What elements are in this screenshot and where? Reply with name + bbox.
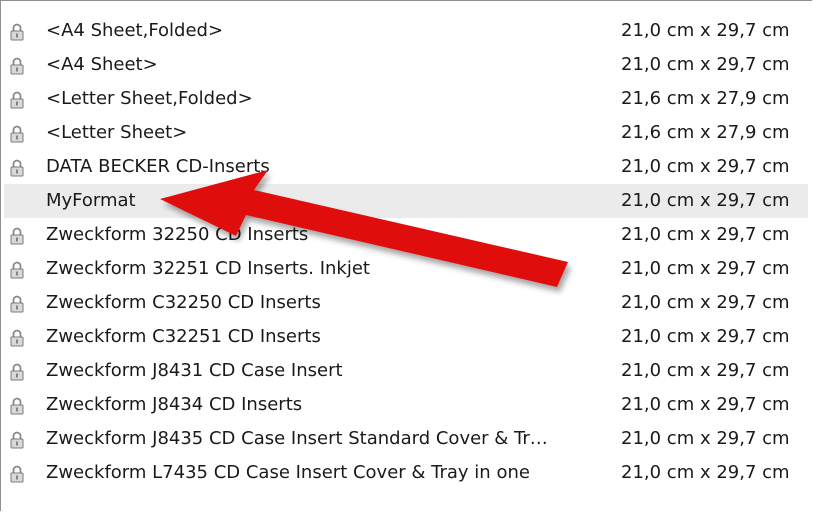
format-name: Zweckform J8434 CD Inserts — [46, 394, 303, 415]
list-item[interactable]: <A4 Sheet,Folded> 21,0 cm x 29,7 cm — [4, 14, 808, 48]
list-item[interactable]: <Letter Sheet> 21,6 cm x 27,9 cm — [4, 116, 808, 150]
format-name: Zweckform J8431 CD Case Insert — [46, 360, 343, 381]
format-name: Zweckform 32251 CD Inserts. Inkjet — [46, 258, 370, 279]
list-item[interactable]: Zweckform L7435 CD Case Insert Cover & T… — [4, 456, 808, 490]
format-size: 21,0 cm x 29,7 cm — [621, 258, 790, 279]
format-size: 21,0 cm x 29,7 cm — [621, 156, 790, 177]
lock-icon — [10, 23, 24, 41]
lock-icon — [10, 465, 24, 483]
format-name: Zweckform 32250 CD Inserts — [46, 224, 309, 245]
list-item[interactable]: <A4 Sheet> 21,0 cm x 29,7 cm — [4, 48, 808, 82]
lock-icon — [10, 261, 24, 279]
lock-icon — [10, 227, 24, 245]
format-size: 21,6 cm x 27,9 cm — [621, 122, 790, 143]
list-item[interactable]: Zweckform 32250 CD Inserts 21,0 cm x 29,… — [4, 218, 808, 252]
format-size: 21,0 cm x 29,7 cm — [621, 190, 790, 211]
format-size: 21,0 cm x 29,7 cm — [621, 292, 790, 313]
list-item[interactable]: Zweckform J8435 CD Case Insert Standard … — [4, 422, 808, 456]
format-name: Zweckform C32251 CD Inserts — [46, 326, 321, 347]
lock-icon — [10, 329, 24, 347]
format-size: 21,0 cm x 29,7 cm — [621, 20, 790, 41]
format-size: 21,0 cm x 29,7 cm — [621, 428, 790, 449]
lock-icon — [10, 57, 24, 75]
format-name: <A4 Sheet> — [46, 54, 158, 75]
list-item[interactable]: Zweckform 32251 CD Inserts. Inkjet 21,0 … — [4, 252, 808, 286]
list-item-selected[interactable]: MyFormat 21,0 cm x 29,7 cm — [4, 184, 808, 218]
lock-icon — [10, 159, 24, 177]
lock-icon — [10, 91, 24, 109]
format-name: Zweckform J8435 CD Case Insert Standard … — [46, 428, 548, 449]
format-size: 21,6 cm x 27,9 cm — [621, 88, 790, 109]
lock-icon — [10, 363, 24, 381]
list-item[interactable]: Zweckform J8431 CD Case Insert 21,0 cm x… — [4, 354, 808, 388]
format-name: <A4 Sheet,Folded> — [46, 20, 224, 41]
format-name: DATA BECKER CD-Inserts — [46, 156, 270, 177]
list-item[interactable]: DATA BECKER CD-Inserts 21,0 cm x 29,7 cm — [4, 150, 808, 184]
list-item[interactable]: Zweckform C32251 CD Inserts 21,0 cm x 29… — [4, 320, 808, 354]
lock-icon — [10, 431, 24, 449]
format-name: Zweckform L7435 CD Case Insert Cover & T… — [46, 462, 530, 483]
lock-icon — [10, 295, 24, 313]
list-item[interactable]: <Letter Sheet,Folded> 21,6 cm x 27,9 cm — [4, 82, 808, 116]
format-size: 21,0 cm x 29,7 cm — [621, 224, 790, 245]
format-size: 21,0 cm x 29,7 cm — [621, 54, 790, 75]
format-list: <A4 Sheet,Folded> 21,0 cm x 29,7 cm <A4 … — [4, 14, 808, 490]
list-item[interactable]: Zweckform C32250 CD Inserts 21,0 cm x 29… — [4, 286, 808, 320]
format-size: 21,0 cm x 29,7 cm — [621, 462, 790, 483]
lock-icon — [10, 397, 24, 415]
format-size: 21,0 cm x 29,7 cm — [621, 360, 790, 381]
format-name: Zweckform C32250 CD Inserts — [46, 292, 321, 313]
list-item[interactable]: Zweckform J8434 CD Inserts 21,0 cm x 29,… — [4, 388, 808, 422]
lock-icon — [10, 125, 24, 143]
format-name: MyFormat — [46, 190, 136, 211]
format-size: 21,0 cm x 29,7 cm — [621, 326, 790, 347]
format-name: <Letter Sheet> — [46, 122, 188, 143]
format-name: <Letter Sheet,Folded> — [46, 88, 253, 109]
format-size: 21,0 cm x 29,7 cm — [621, 394, 790, 415]
